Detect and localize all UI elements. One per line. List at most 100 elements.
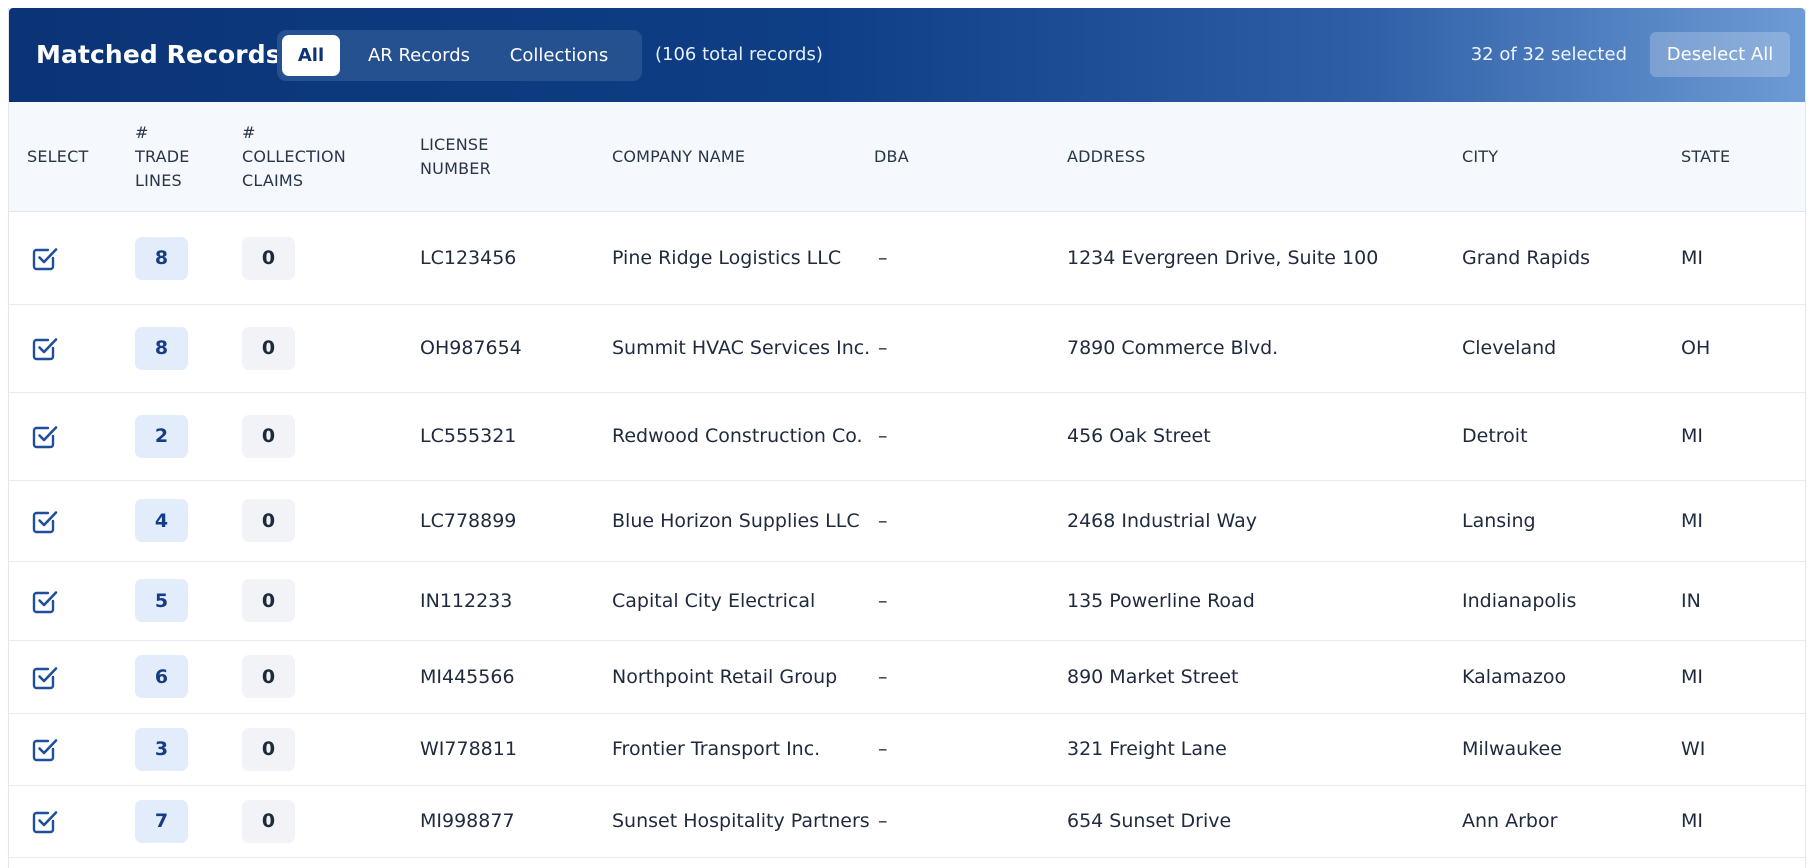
address-cell: 135 Powerline Road bbox=[1067, 589, 1255, 612]
company-name-cell: Capital City Electrical bbox=[612, 589, 816, 612]
table-row[interactable]: 5 0 IN112233 Capital City Electrical – 135 Po… bbox=[9, 561, 1805, 641]
city-cell: Milwaukee bbox=[1462, 738, 1562, 760]
address-cell: 654 Sunset Drive bbox=[1067, 810, 1232, 832]
total-records-count: (106 total records) bbox=[655, 44, 823, 65]
checkbox-checked-icon[interactable] bbox=[31, 807, 59, 835]
license-number-cell: OH987654 bbox=[420, 337, 522, 359]
table-row[interactable]: 8 0 LC123456 Pine Ridge Logistics LLC – 1234 … bbox=[9, 212, 1805, 305]
company-name-cell: Summit HVAC Services Inc. bbox=[612, 337, 871, 359]
checkbox-checked-icon[interactable] bbox=[31, 587, 59, 615]
matched-records-panel: Matched Records All AR Records Collectio… bbox=[8, 8, 1806, 868]
trade-lines-cell: 4 bbox=[135, 480, 225, 561]
checkbox-checked-icon[interactable] bbox=[31, 507, 59, 535]
select-cell bbox=[31, 480, 111, 561]
column-header-city[interactable]: CITY bbox=[1462, 102, 1562, 211]
collection-claims-cell: 0 bbox=[242, 640, 332, 713]
trade-lines-cell: 3 bbox=[135, 713, 225, 785]
collection-claims-cell: 0 bbox=[242, 713, 332, 785]
trade-lines-badge: 4 bbox=[135, 499, 188, 542]
collection-claims-badge: 0 bbox=[242, 236, 295, 280]
checkbox-checked-icon[interactable] bbox=[31, 663, 59, 691]
table-header: SELECT # TRADE LINES # COLLECTION CLAIMS… bbox=[9, 102, 1805, 212]
collection-claims-badge: 0 bbox=[242, 499, 295, 542]
collection-claims-cell: 0 bbox=[242, 561, 332, 640]
table-row[interactable]: 7 0 MI998877 Sunset Hospitality Partners – 65… bbox=[9, 785, 1805, 858]
company-name-cell: Northpoint Retail Group bbox=[612, 665, 838, 688]
state-cell: MI bbox=[1681, 425, 1703, 447]
select-cell bbox=[31, 392, 111, 480]
column-header-company-name[interactable]: COMPANY NAME bbox=[612, 102, 812, 211]
checkbox-checked-icon[interactable] bbox=[31, 334, 59, 362]
dba-cell: – bbox=[878, 665, 888, 688]
record-filter-tabs: All AR Records Collections bbox=[277, 30, 642, 81]
tab-all[interactable]: All bbox=[282, 35, 340, 76]
checkbox-checked-icon[interactable] bbox=[31, 735, 59, 763]
column-header-select[interactable]: SELECT bbox=[27, 102, 117, 211]
collection-claims-badge: 0 bbox=[242, 727, 295, 771]
table-row[interactable]: 3 0 WI778811 Frontier Transport Inc. – 321 Fr… bbox=[9, 713, 1805, 786]
trade-lines-badge: 8 bbox=[135, 326, 188, 370]
table-row[interactable]: 4 0 LC778899 Blue Horizon Supplies LLC – 2468… bbox=[9, 480, 1805, 562]
license-number-cell: MI998877 bbox=[420, 810, 515, 832]
trade-lines-badge: 5 bbox=[135, 579, 188, 622]
select-cell bbox=[31, 713, 111, 785]
collection-claims-badge: 0 bbox=[242, 655, 295, 698]
column-header-address[interactable]: ADDRESS bbox=[1067, 102, 1227, 211]
license-number-cell: IN112233 bbox=[420, 589, 513, 612]
column-header-collection-claims[interactable]: # COLLECTION CLAIMS bbox=[242, 102, 382, 211]
collection-claims-badge: 0 bbox=[242, 799, 295, 843]
dba-cell: – bbox=[878, 425, 888, 447]
license-number-cell: LC778899 bbox=[420, 509, 517, 532]
trade-lines-cell: 5 bbox=[135, 561, 225, 640]
trade-lines-badge: 3 bbox=[135, 727, 188, 771]
city-cell: Cleveland bbox=[1462, 337, 1557, 359]
trade-lines-cell: 7 bbox=[135, 785, 225, 857]
records-header: Matched Records All AR Records Collectio… bbox=[9, 8, 1805, 102]
select-cell bbox=[31, 212, 111, 304]
collection-claims-cell: 0 bbox=[242, 785, 332, 857]
table-row[interactable]: 6 0 MI445566 Northpoint Retail Group – 890 Ma… bbox=[9, 640, 1805, 714]
column-header-license-number[interactable]: LICENSE NUMBER bbox=[420, 102, 540, 211]
address-cell: 890 Market Street bbox=[1067, 665, 1239, 688]
address-cell: 1234 Evergreen Drive, Suite 100 bbox=[1067, 247, 1379, 269]
tab-ar-records[interactable]: AR Records bbox=[360, 35, 478, 76]
license-number-cell: LC555321 bbox=[420, 425, 517, 447]
collection-claims-cell: 0 bbox=[242, 392, 332, 480]
address-cell: 321 Freight Lane bbox=[1067, 738, 1227, 760]
dba-cell: – bbox=[878, 589, 888, 612]
tab-collections[interactable]: Collections bbox=[490, 35, 628, 76]
table-row[interactable]: 8 0 OH987654 Summit HVAC Services Inc. – 7890… bbox=[9, 304, 1805, 393]
address-cell: 2468 Industrial Way bbox=[1067, 509, 1257, 532]
select-cell bbox=[31, 561, 111, 640]
collection-claims-badge: 0 bbox=[242, 326, 295, 370]
dba-cell: – bbox=[878, 247, 888, 269]
address-cell: 7890 Commerce Blvd. bbox=[1067, 337, 1279, 359]
column-header-trade-lines[interactable]: # TRADE LINES bbox=[135, 102, 225, 211]
column-header-state[interactable]: STATE bbox=[1681, 102, 1781, 211]
collection-claims-badge: 0 bbox=[242, 414, 295, 458]
state-cell: IN bbox=[1681, 589, 1701, 612]
checkbox-checked-icon[interactable] bbox=[31, 244, 59, 272]
company-name-cell: Frontier Transport Inc. bbox=[612, 738, 821, 760]
trade-lines-cell: 2 bbox=[135, 392, 225, 480]
select-cell bbox=[31, 304, 111, 392]
column-header-dba[interactable]: DBA bbox=[874, 102, 954, 211]
city-cell: Ann Arbor bbox=[1462, 810, 1558, 832]
deselect-all-button[interactable]: Deselect All bbox=[1650, 32, 1790, 77]
checkbox-checked-icon[interactable] bbox=[31, 422, 59, 450]
state-cell: MI bbox=[1681, 810, 1703, 832]
dba-cell: – bbox=[878, 810, 888, 832]
state-cell: MI bbox=[1681, 665, 1703, 688]
table-row[interactable]: 2 0 LC555321 Redwood Construction Co. – 456 O… bbox=[9, 392, 1805, 481]
collection-claims-cell: 0 bbox=[242, 212, 332, 304]
page-title: Matched Records bbox=[36, 40, 281, 69]
trade-lines-badge: 6 bbox=[135, 655, 188, 698]
trade-lines-cell: 6 bbox=[135, 640, 225, 713]
trade-lines-badge: 8 bbox=[135, 236, 188, 280]
state-cell: OH bbox=[1681, 337, 1711, 359]
trade-lines-cell: 8 bbox=[135, 212, 225, 304]
collection-claims-cell: 0 bbox=[242, 304, 332, 392]
city-cell: Grand Rapids bbox=[1462, 247, 1591, 269]
license-number-cell: LC123456 bbox=[420, 247, 517, 269]
trade-lines-cell: 8 bbox=[135, 304, 225, 392]
